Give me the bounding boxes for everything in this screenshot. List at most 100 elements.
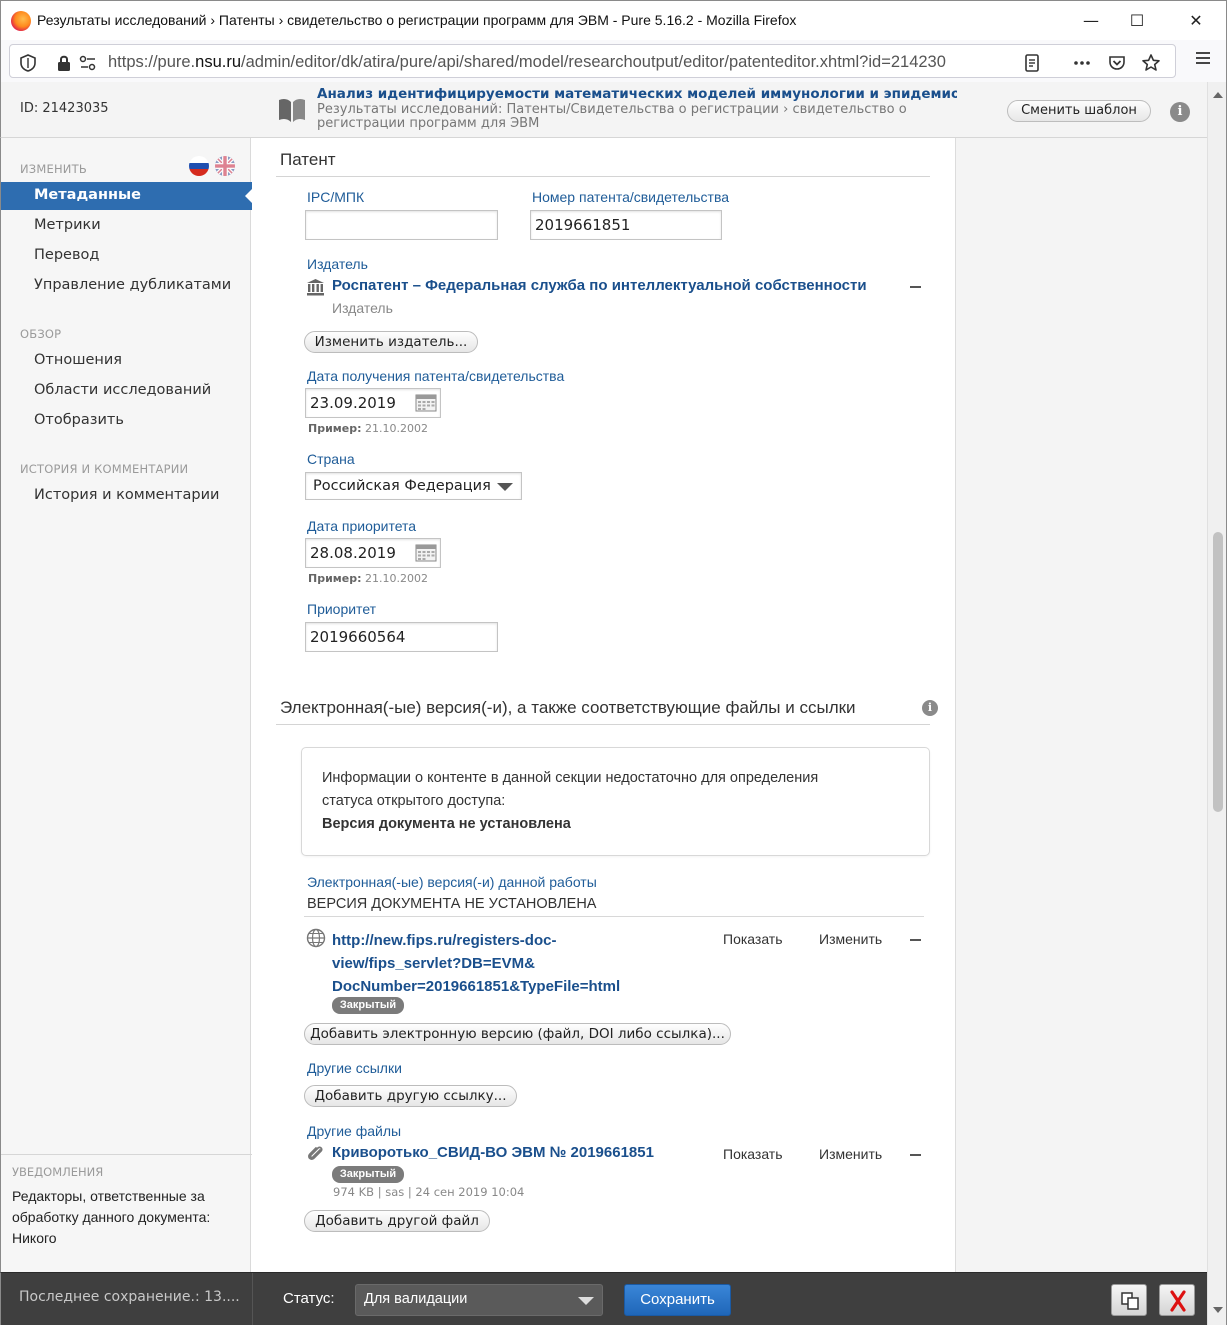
record-breadcrumb: Результаты исследований: Патенты/Свидете… — [317, 102, 907, 131]
institution-icon — [307, 279, 324, 296]
status-select[interactable]: Для валидации — [355, 1284, 603, 1316]
sidebar-item-relations[interactable]: Отношения — [34, 352, 122, 368]
divider — [276, 176, 930, 177]
sidebar-item-translation[interactable]: Перевод — [34, 247, 99, 263]
sidebar-item-duplicates[interactable]: Управление дубликатами — [34, 277, 231, 293]
pocket-icon[interactable] — [1107, 53, 1127, 73]
vertical-scrollbar[interactable] — [1207, 82, 1227, 1325]
close-button[interactable]: ✕ — [1173, 1, 1219, 39]
file-link[interactable]: Криворотько_СВИД-ВО ЭВМ № 2019661851 — [332, 1144, 654, 1161]
bottom-status-bar: Последнее сохранение.: 13.... Статус: Дл… — [0, 1272, 1207, 1325]
other-files-label: Другие файлы — [307, 1123, 402, 1139]
remove-version-button[interactable] — [910, 939, 921, 941]
date-received-hint: Пример: 21.10.2002 — [308, 422, 428, 435]
russian-flag-icon[interactable] — [189, 156, 209, 176]
minimize-button[interactable]: — — [1068, 1, 1114, 39]
edit-link[interactable]: Изменить — [819, 1146, 882, 1162]
sidebar-item-research-areas[interactable]: Области исследований — [34, 382, 211, 398]
remove-file-button[interactable] — [910, 1154, 921, 1156]
copy-button[interactable] — [1111, 1284, 1147, 1316]
english-flag-icon[interactable] — [215, 156, 235, 176]
firefox-logo-icon — [11, 11, 31, 31]
url-field[interactable]: https://pure.nsu.ru/admin/editor/dk/atir… — [9, 44, 1176, 78]
other-links-label: Другие ссылки — [307, 1060, 402, 1076]
versions-label: Электронная(-ые) версия(-и) данной работ… — [307, 874, 597, 890]
last-saved-text: Последнее сохранение.: 13.... — [19, 1289, 240, 1305]
sidebar-section-edit: ИЗМЕНИТЬ — [20, 162, 87, 176]
country-select[interactable]: Российская Федерация — [305, 472, 522, 500]
globe-icon — [306, 928, 326, 948]
priority-date-hint: Пример: 21.10.2002 — [308, 572, 428, 585]
publisher-link[interactable]: Роспатент – Федеральная служба по интелл… — [332, 277, 867, 294]
main-content: Патент IPC/МПК Номер патента/свидетельст… — [252, 138, 955, 1272]
sidebar-section-history: ИСТОРИЯ И КОММЕНТАРИИ — [20, 462, 189, 476]
maximize-button[interactable]: ☐ — [1114, 1, 1160, 39]
priority-label: Приоритет — [307, 601, 377, 617]
info-icon[interactable]: i — [1170, 102, 1190, 122]
country-label: Страна — [307, 451, 355, 467]
discard-button[interactable] — [1159, 1284, 1195, 1316]
calendar-icon[interactable] — [415, 542, 437, 562]
permissions-icon[interactable] — [78, 53, 98, 73]
record-title: Анализ идентифицируемости математических… — [317, 86, 957, 102]
navigation-toolbar: https://pure.nsu.ru/admin/editor/dk/atir… — [0, 40, 1227, 82]
show-link[interactable]: Показать — [723, 1146, 783, 1162]
priority-date-label: Дата приоритета — [307, 518, 417, 534]
add-link-button[interactable]: Добавить другую ссылку... — [304, 1085, 517, 1107]
notifications-text: Редакторы, ответственные за обработку да… — [12, 1188, 211, 1246]
change-publisher-button[interactable]: Изменить издатель... — [304, 331, 478, 353]
sidebar-section-overview: ОБЗОР — [20, 327, 62, 341]
sidebar-item-display[interactable]: Отобразить — [34, 412, 124, 428]
book-icon — [279, 98, 305, 122]
notifications-title: УВЕДОМЛЕНИЯ — [12, 1165, 104, 1179]
version-link[interactable]: http://new.fips.ru/registers-doc- view/f… — [332, 929, 620, 998]
edit-link[interactable]: Изменить — [819, 931, 882, 947]
lock-icon[interactable] — [54, 53, 74, 73]
sidebar-item-metrics[interactable]: Метрики — [34, 217, 101, 233]
window-title: Результаты исследований › Патенты › свид… — [37, 12, 797, 28]
status-label: Статус: — [283, 1290, 335, 1307]
url-text[interactable]: https://pure.nsu.ru/admin/editor/dk/atir… — [108, 53, 1014, 72]
open-access-notice: Информации о контенте в данной секции не… — [301, 747, 930, 856]
show-link[interactable]: Показать — [723, 931, 783, 947]
add-version-button[interactable]: Добавить электронную версию (файл, DOI л… — [304, 1023, 731, 1045]
electronic-section-title: Электронная(-ые) версия(-и), а также соо… — [280, 698, 856, 717]
scroll-down-arrow-icon[interactable] — [1213, 1307, 1223, 1313]
patent-number-label: Номер патента/свидетельства — [532, 189, 730, 205]
reader-view-icon[interactable] — [1022, 53, 1042, 73]
save-button[interactable]: Сохранить — [624, 1284, 731, 1316]
notice-bold: Версия документа не установлена — [322, 816, 571, 832]
shield-icon[interactable] — [18, 53, 38, 73]
bookmark-star-icon[interactable] — [1141, 53, 1161, 73]
right-panel — [955, 138, 1207, 1272]
sidebar: ИЗМЕНИТЬ Метаданные Метрики Перевод Упра… — [0, 138, 253, 1272]
patent-section-title: Патент — [280, 150, 336, 169]
divider — [304, 916, 924, 917]
more-actions-icon[interactable] — [1072, 53, 1092, 73]
info-icon[interactable]: i — [922, 700, 938, 716]
notifications-panel: УВЕДОМЛЕНИЯ Редакторы, ответственные за … — [1, 1154, 252, 1246]
add-file-button[interactable]: Добавить другой файл — [304, 1210, 490, 1232]
calendar-icon[interactable] — [415, 392, 437, 412]
divider — [276, 724, 930, 725]
hamburger-menu-icon[interactable] — [1193, 48, 1213, 68]
scrollbar-thumb[interactable] — [1213, 532, 1223, 812]
change-template-button[interactable]: Сменить шаблон — [1007, 100, 1151, 122]
window-titlebar: Результаты исследований › Патенты › свид… — [0, 0, 1227, 40]
chevron-down-icon — [578, 1297, 594, 1305]
scroll-up-arrow-icon[interactable] — [1213, 92, 1223, 98]
date-received-label: Дата получения патента/свидетельства — [307, 368, 565, 384]
version-status: ВЕРСИЯ ДОКУМЕНТА НЕ УСТАНОВЛЕНА — [307, 896, 597, 912]
sidebar-item-history[interactable]: История и комментарии — [34, 487, 219, 503]
chevron-down-icon — [497, 483, 513, 491]
ipc-input[interactable] — [305, 210, 498, 240]
country-value: Российская Федерация — [313, 478, 491, 494]
patent-number-input[interactable]: 2019661851 — [530, 210, 722, 240]
red-x-icon — [1170, 1290, 1186, 1312]
notice-line-2: статуса открытого доступа: — [322, 793, 506, 809]
remove-publisher-button[interactable] — [910, 286, 921, 288]
sidebar-item-metadata[interactable]: Метаданные — [1, 182, 253, 210]
priority-input[interactable]: 2019660564 — [305, 622, 498, 652]
status-value: Для валидации — [364, 1291, 468, 1307]
paperclip-icon — [308, 1146, 323, 1160]
